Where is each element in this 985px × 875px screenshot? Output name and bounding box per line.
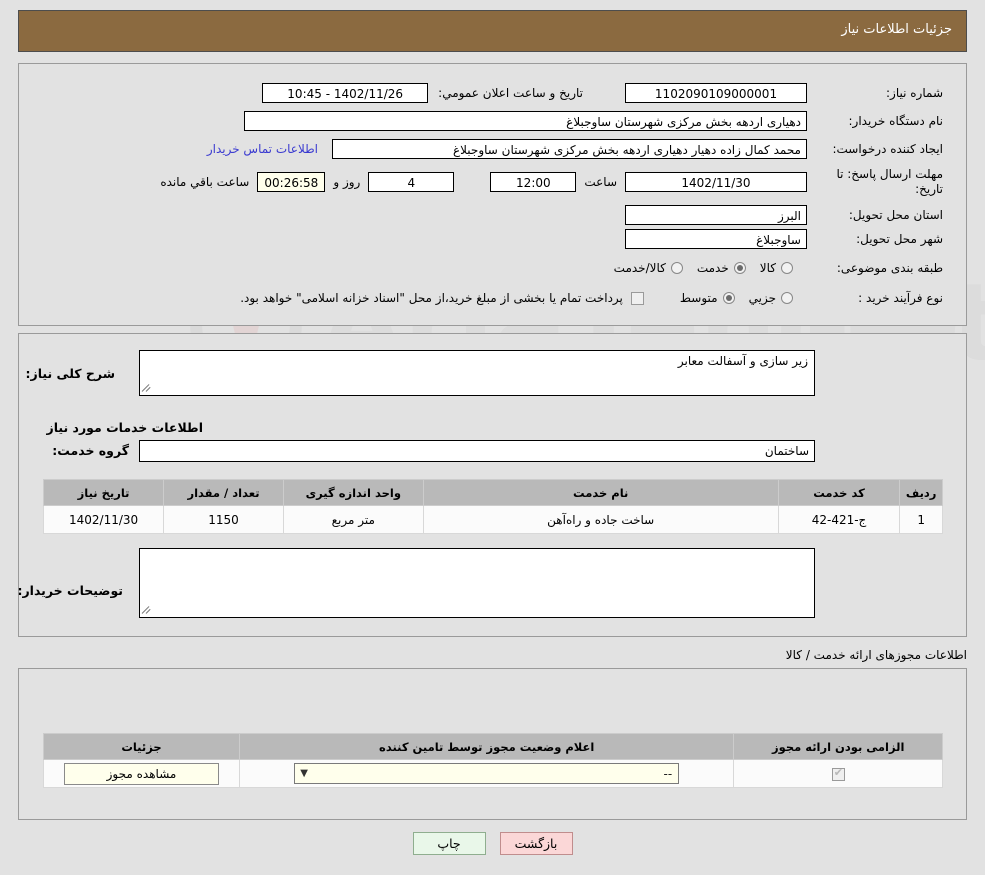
- remaining-hours-label: ساعت باقي مانده: [160, 175, 250, 189]
- td-unit: متر مربع: [282, 505, 424, 534]
- radio-category-khedmat[interactable]: [733, 262, 746, 274]
- checkbox-permit-required: [831, 766, 845, 781]
- td-radif: 1: [899, 505, 943, 534]
- td-service-name: ساخت جاده و راه‌آهن: [422, 505, 779, 534]
- remaining-days-value: 4: [368, 172, 455, 192]
- row-buyer-org: نام دستگاه خریدار: دهیاری اردهه بخش مرکز…: [244, 111, 943, 131]
- radio-process-motevaset-label: متوسط: [679, 291, 718, 305]
- th-permit-details: جزئیات: [43, 733, 240, 760]
- th-unit: واحد اندازه گیری: [282, 479, 424, 506]
- th-service-code: کد خدمت: [777, 479, 901, 506]
- purchase-process-label: نوع فرآیند خرید :: [858, 291, 943, 305]
- permit-status-value: --: [663, 767, 673, 781]
- print-button[interactable]: چاپ: [412, 832, 486, 855]
- buyer-notes-label: توضیحات خریدار:: [17, 583, 123, 598]
- need-number-label: شماره نیاز:: [886, 86, 943, 100]
- deadline-hour-label: ساعت: [584, 175, 617, 189]
- td-quantity: 1150: [163, 505, 284, 534]
- td-permit-details: مشاهده مجوز: [43, 759, 240, 788]
- th-need-date: تاریخ نیاز: [42, 479, 165, 506]
- row-purchase-process: نوع فرآیند خرید : جزيي متوسط پرداخت تمام…: [240, 291, 943, 305]
- radio-category-kala-khedmat-label: کالا/خدمت: [613, 261, 666, 275]
- radio-process-motevaset[interactable]: [722, 292, 735, 304]
- response-deadline-label: مهلت ارسال پاسخ: تا تاریخ:: [836, 167, 943, 196]
- td-permit-status: ▼ --: [238, 759, 735, 788]
- general-description-value: زیر سازی و آسفالت معابر: [677, 354, 808, 368]
- chevron-down-icon: ▼: [300, 768, 308, 779]
- request-creator-value: محمد کمال زاده دهیار دهیاری اردهه بخش مر…: [332, 139, 807, 159]
- page-root: AriaTender .net جزئیات اطلاعات نیاز شمار…: [0, 0, 985, 875]
- row-subject-category: طبقه بندی موضوعی: کالا خدمت کالا/خدمت: [600, 261, 943, 275]
- permits-table-header-row: الزامی بودن ارائه مجوز اعلام وضعیت مجوز …: [43, 733, 943, 760]
- permit-status-select[interactable]: ▼ --: [294, 763, 680, 784]
- td-permit-required: [733, 759, 943, 788]
- service-group-value: ساختمان: [139, 440, 815, 462]
- resize-handle-icon: [141, 604, 154, 616]
- row-request-creator: ایجاد کننده درخواست: محمد کمال زاده دهیا…: [207, 139, 943, 159]
- permits-caption: اطلاعات مجوزهای ارائه خدمت / کالا: [785, 648, 967, 662]
- radio-category-kala[interactable]: [781, 262, 793, 274]
- permits-table: الزامی بودن ارائه مجوز اعلام وضعیت مجوز …: [43, 733, 943, 788]
- th-quantity: تعداد / مقدار: [163, 479, 284, 506]
- general-description-label: شرح کلی نیاز:: [25, 366, 115, 381]
- radio-process-jozii[interactable]: [781, 292, 793, 304]
- radio-category-khedmat-label: خدمت: [696, 261, 729, 275]
- remaining-days-label: روز و: [333, 175, 361, 189]
- announce-datetime-value: 1402/11/26 - 10:45: [262, 83, 429, 103]
- buyer-org-label: نام دستگاه خریدار:: [848, 114, 944, 128]
- row-response-deadline: مهلت ارسال پاسخ: تا تاریخ: 1402/11/30 سا…: [160, 167, 943, 197]
- radio-category-kala-label: کالا: [759, 261, 776, 275]
- th-permit-required: الزامی بودن ارائه مجوز: [733, 733, 943, 760]
- general-description-textarea[interactable]: زیر سازی و آسفالت معابر: [139, 350, 815, 396]
- th-service-name: نام خدمت: [422, 479, 779, 506]
- services-table: ردیف کد خدمت نام خدمت واحد اندازه گیری ت…: [42, 479, 943, 534]
- view-permit-button[interactable]: مشاهده مجوز: [63, 762, 219, 785]
- islamic-treasury-note: پرداخت تمام یا بخشی از مبلغ خرید،از محل …: [240, 291, 623, 305]
- delivery-province-label: استان محل تحویل:: [848, 208, 943, 222]
- footer-actions: بازگشت چاپ: [0, 832, 985, 855]
- page-header-bar: جزئیات اطلاعات نیاز: [18, 10, 967, 52]
- deadline-date-value: 1402/11/30: [625, 172, 807, 192]
- row-delivery-province: استان محل تحویل: البرز: [625, 205, 943, 225]
- delivery-province-value: البرز: [625, 205, 807, 225]
- page-title: جزئیات اطلاعات نیاز: [841, 22, 952, 37]
- radio-process-jozii-label: جزيي: [748, 291, 776, 305]
- need-number-value: 1102090109000001: [625, 83, 807, 103]
- resize-handle-icon: [141, 382, 154, 394]
- row-need-number: شماره نیاز: 1102090109000001 تاریخ و ساع…: [262, 83, 943, 103]
- th-permit-status: اعلام وضعیت مجوز توسط تامین کننده: [238, 733, 735, 760]
- checkbox-islamic-treasury[interactable]: [630, 291, 644, 305]
- th-radif: ردیف: [899, 479, 943, 506]
- back-button[interactable]: بازگشت: [499, 832, 573, 855]
- row-delivery-city: شهر محل تحویل: ساوجبلاغ: [625, 229, 943, 249]
- td-need-date: 1402/11/30: [42, 505, 165, 534]
- buyer-org-value: دهیاری اردهه بخش مرکزی شهرستان ساوجبلاغ: [244, 111, 807, 131]
- service-group-label: گروه خدمت:: [52, 443, 129, 458]
- delivery-city-label: شهر محل تحویل:: [856, 232, 943, 246]
- buyer-notes-textarea[interactable]: [139, 548, 815, 618]
- td-service-code: ج-421-42: [777, 505, 901, 534]
- services-table-header-row: ردیف کد خدمت نام خدمت واحد اندازه گیری ت…: [42, 479, 943, 506]
- table-row: 1 ج-421-42 ساخت جاده و راه‌آهن متر مربع …: [42, 505, 943, 534]
- buyer-contact-link[interactable]: اطلاعات تماس خریدار: [207, 142, 318, 156]
- countdown-timer: 00:26:58: [257, 172, 326, 192]
- announce-datetime-label: تاریخ و ساعت اعلان عمومي:: [438, 86, 583, 100]
- services-info-caption: اطلاعات خدمات مورد نیاز: [46, 420, 204, 435]
- table-row: ▼ -- مشاهده مجوز: [43, 759, 943, 788]
- subject-category-label: طبقه بندی موضوعی:: [836, 261, 943, 275]
- radio-category-kala-khedmat[interactable]: [670, 262, 683, 274]
- deadline-time-value: 12:00: [490, 172, 577, 192]
- delivery-city-value: ساوجبلاغ: [625, 229, 807, 249]
- request-creator-label: ایجاد کننده درخواست:: [832, 142, 943, 156]
